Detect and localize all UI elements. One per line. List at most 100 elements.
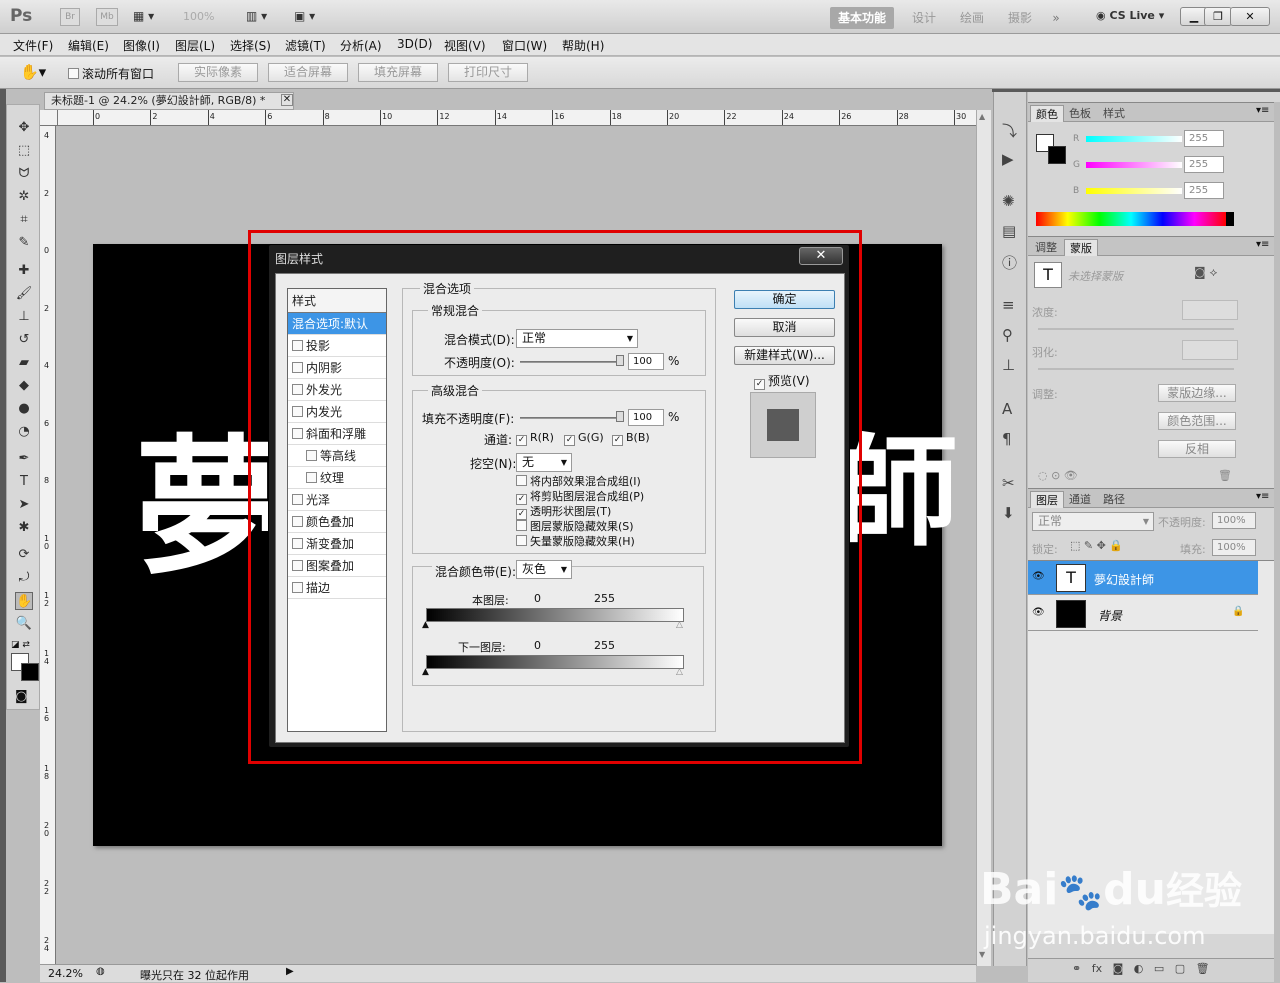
underlying-black-handle[interactable]: ▲ bbox=[422, 667, 429, 677]
checkbox-icon[interactable] bbox=[292, 428, 303, 439]
option-interior-effects[interactable]: 将内部效果混合成组(I) bbox=[516, 473, 641, 489]
paragraph-panel-icon[interactable]: ¶ bbox=[1002, 430, 1012, 448]
info-panel-icon[interactable]: ⓘ bbox=[1002, 252, 1017, 273]
style-item[interactable]: 纹理 bbox=[288, 467, 386, 489]
fill-opacity-slider[interactable] bbox=[520, 411, 624, 422]
menu-file[interactable]: 文件(F) bbox=[13, 37, 53, 54]
hand-tool-preset-icon[interactable]: ✋▾ bbox=[20, 63, 46, 81]
zoom-tool-icon[interactable]: 🔍 bbox=[15, 615, 33, 633]
mask-edge-button[interactable]: 蒙版边缘... bbox=[1158, 384, 1236, 402]
menu-layer[interactable]: 图层(L) bbox=[175, 37, 215, 54]
path-select-icon[interactable]: ➤ bbox=[15, 496, 33, 514]
tab-masks[interactable]: 蒙版 bbox=[1064, 239, 1098, 256]
workspace-paint[interactable]: 绘画 bbox=[953, 7, 991, 29]
g-input[interactable]: 255 bbox=[1184, 156, 1224, 173]
scroll-all-windows-checkbox[interactable]: 滚动所有窗口 bbox=[68, 65, 154, 82]
underlying-layer-gradient[interactable] bbox=[426, 655, 684, 669]
workspace-photo[interactable]: 摄影 bbox=[1001, 7, 1039, 29]
this-layer-black-handle[interactable]: ▲ bbox=[422, 620, 429, 630]
channel-r-checkbox[interactable]: ✓ R(R) bbox=[516, 431, 554, 446]
lasso-tool-icon[interactable]: ᗢ bbox=[15, 165, 33, 183]
notes-panel-icon[interactable]: ⬇ bbox=[1002, 504, 1015, 522]
checkbox-icon[interactable] bbox=[292, 384, 303, 395]
density-slider[interactable] bbox=[1038, 328, 1234, 330]
option-layer-mask-hides[interactable]: 图层蒙版隐藏效果(S) bbox=[516, 518, 634, 534]
tab-adjustments[interactable]: 调整 bbox=[1030, 239, 1062, 256]
workspace-design[interactable]: 设计 bbox=[905, 7, 943, 29]
brush-presets-icon[interactable]: ⚲ bbox=[1002, 326, 1013, 344]
restore-button[interactable]: ❐ bbox=[1204, 7, 1232, 26]
layer-name[interactable]: 背景 bbox=[1098, 607, 1122, 624]
status-zoom[interactable]: 24.2% bbox=[48, 967, 83, 980]
color-spectrum-bar[interactable] bbox=[1036, 212, 1234, 226]
style-item[interactable]: 等高线 bbox=[288, 445, 386, 467]
new-style-button[interactable]: 新建样式(W)... bbox=[734, 346, 835, 365]
layer-fill-input[interactable]: 100% bbox=[1212, 539, 1256, 556]
status-menu-arrow-icon[interactable]: ▶ bbox=[286, 966, 294, 977]
menu-analysis[interactable]: 分析(A) bbox=[340, 37, 382, 54]
opacity-slider[interactable] bbox=[520, 355, 624, 366]
paint-bucket-icon[interactable]: ◆ bbox=[15, 377, 33, 395]
preview-checkbox[interactable]: ✓ 预览(V) bbox=[754, 372, 810, 390]
checkbox-icon[interactable] bbox=[292, 560, 303, 571]
style-item[interactable]: 图案叠加 bbox=[288, 555, 386, 577]
screen-mode-icon[interactable]: ▣ ▾ bbox=[294, 9, 315, 23]
character-panel-icon[interactable]: A bbox=[1002, 400, 1012, 418]
background-color-swatch[interactable] bbox=[21, 663, 39, 681]
layer-blend-mode-select[interactable]: 正常 ▼ bbox=[1032, 512, 1154, 531]
menu-help[interactable]: 帮助(H) bbox=[562, 37, 604, 54]
3d-rotate-icon[interactable]: ⟳ bbox=[15, 546, 33, 564]
eye-icon[interactable]: 👁 bbox=[1032, 571, 1045, 582]
checkbox-icon[interactable] bbox=[306, 450, 317, 461]
fill-screen-button[interactable]: 填充屏幕 bbox=[358, 63, 438, 82]
layer-row-text[interactable]: 👁 T 夢幻設計師 bbox=[1028, 561, 1258, 595]
marquee-tool-icon[interactable]: ⬚ bbox=[15, 142, 33, 160]
layers-bottom-bar[interactable]: ⚭ fx ◙ ◐ ▭ ▢ 🗑 bbox=[1028, 958, 1274, 982]
opacity-slider-handle[interactable] bbox=[616, 355, 624, 366]
ruler-origin[interactable] bbox=[40, 110, 58, 126]
ok-button[interactable]: 确定 bbox=[734, 290, 835, 309]
cancel-button[interactable]: 取消 bbox=[734, 318, 835, 337]
tab-color[interactable]: 颜色 bbox=[1030, 105, 1064, 122]
style-item[interactable]: 投影 bbox=[288, 335, 386, 357]
underlying-white-handle[interactable]: △ bbox=[676, 667, 683, 677]
dodge-tool-icon[interactable]: ◔ bbox=[15, 423, 33, 441]
crop-tool-icon[interactable]: ⌗ bbox=[15, 211, 33, 229]
eyedropper-tool-icon[interactable]: ✎ bbox=[15, 234, 33, 252]
this-layer-white-handle[interactable]: △ bbox=[676, 620, 683, 630]
view-extras-icon[interactable]: ▦ ▾ bbox=[133, 9, 154, 23]
eraser-tool-icon[interactable]: ▰ bbox=[15, 354, 33, 372]
tab-swatches[interactable]: 色板 bbox=[1064, 105, 1096, 122]
panel-menu-icon[interactable]: ▾≡ bbox=[1256, 491, 1269, 502]
layer-row-background[interactable]: 👁 背景 🔒 bbox=[1028, 597, 1258, 631]
style-item[interactable]: 渐变叠加 bbox=[288, 533, 386, 555]
zoom-level[interactable]: 100% bbox=[183, 10, 214, 23]
dialog-close-button[interactable]: ✕ bbox=[799, 247, 843, 265]
mini-bridge-button[interactable]: Mb bbox=[96, 8, 118, 26]
style-item[interactable]: 光泽 bbox=[288, 489, 386, 511]
checkbox-icon[interactable] bbox=[292, 538, 303, 549]
style-item[interactable]: 外发光 bbox=[288, 379, 386, 401]
vertical-scrollbar[interactable]: ▲ ▼ bbox=[976, 110, 991, 966]
pixel-mask-icon[interactable]: ◙ ⟡ bbox=[1194, 265, 1217, 280]
r-slider[interactable] bbox=[1086, 136, 1182, 142]
hand-tool-icon[interactable]: ✋ bbox=[15, 592, 33, 610]
checkbox-icon[interactable] bbox=[292, 582, 303, 593]
default-colors-icon[interactable]: ◪ ⇄ bbox=[11, 640, 30, 650]
opacity-input[interactable]: 100 bbox=[628, 353, 664, 370]
actions-panel-icon[interactable]: ▶ bbox=[1002, 150, 1014, 168]
channel-b-checkbox[interactable]: ✓ B(B) bbox=[612, 431, 650, 446]
layer-name[interactable]: 夢幻設計師 bbox=[1094, 571, 1154, 588]
feather-slider[interactable] bbox=[1038, 368, 1234, 370]
style-item[interactable]: 内发光 bbox=[288, 401, 386, 423]
close-tab-icon[interactable]: ✕ bbox=[281, 94, 293, 106]
menu-select[interactable]: 选择(S) bbox=[230, 37, 271, 54]
scroll-down-icon[interactable]: ▼ bbox=[979, 950, 985, 959]
history-brush-icon[interactable]: ↺ bbox=[15, 331, 33, 349]
color-range-button[interactable]: 颜色范围... bbox=[1158, 412, 1236, 430]
eye-icon[interactable]: 👁 bbox=[1032, 607, 1045, 618]
menu-image[interactable]: 图像(I) bbox=[123, 37, 160, 54]
menu-window[interactable]: 窗口(W) bbox=[502, 37, 547, 54]
checkbox-icon[interactable] bbox=[292, 406, 303, 417]
blur-tool-icon[interactable]: ● bbox=[15, 400, 33, 418]
